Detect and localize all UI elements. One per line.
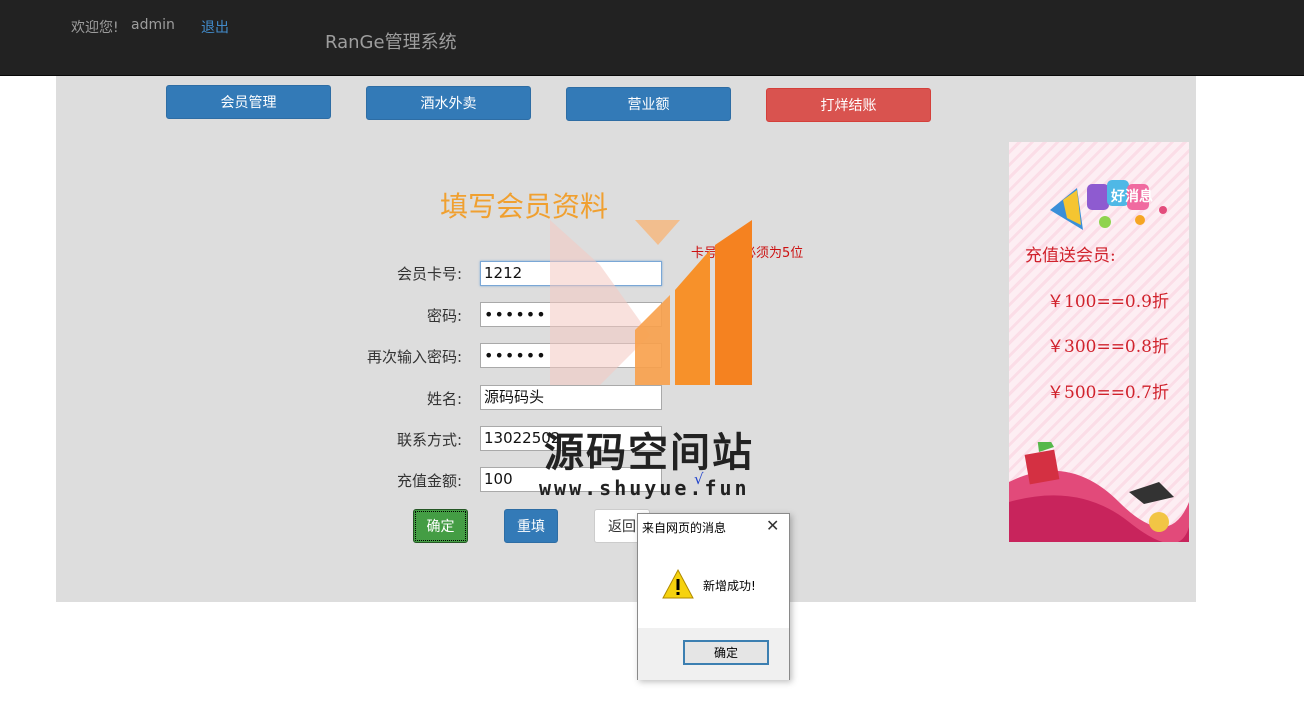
name-input[interactable]: 源码码头 [480,385,662,410]
tab-drink-takeout[interactable]: 酒水外卖 [366,86,531,120]
dialog-title: 来自网页的消息 [642,521,727,535]
tab-revenue[interactable]: 营业额 [566,87,731,121]
ad-heading: 充值送会员: [1025,246,1116,266]
card-number-label: 会员卡号: [396,265,462,283]
watermark-url: www.shuyue.fun [539,476,750,500]
close-icon[interactable]: ✕ [766,516,779,535]
top-navbar: 欢迎您! admin 退出 RanGe管理系统 [0,0,1304,76]
welcome-text: 欢迎您! [71,20,119,36]
dialog-footer: 确定 [638,628,789,680]
password-label: 密码: [426,307,462,325]
warning-icon [662,568,694,599]
name-label: 姓名: [426,390,462,408]
form-title: 填写会员资料 [440,190,609,223]
dialog-message: 新增成功! [703,579,756,593]
amount-label: 充值金额: [396,472,462,490]
card-number-input[interactable]: 1212 [480,261,662,286]
reset-button[interactable]: 重填 [504,509,558,543]
confirm-password-input[interactable]: •••••• [480,343,662,368]
alert-dialog: 来自网页的消息 ✕ 新增成功! 确定 [637,513,790,680]
banner-text: 好消息 [1110,188,1153,205]
username-label: admin [131,17,175,33]
ad-offer-1: ￥100==0.9折 [1047,292,1169,312]
password-input[interactable]: •••••• [480,302,662,327]
watermark-name: 源码空间站 [544,430,754,476]
ad-offer-2: ￥300==0.8折 [1047,337,1169,357]
promo-ad-panel: 好消息 充值送会员: ￥100==0.9折 ￥300==0.8折 ￥500==0… [1009,142,1189,542]
logout-link[interactable]: 退出 [201,17,229,37]
tab-close-checkout[interactable]: 打烊结账 [766,88,931,122]
confirm-password-label: 再次输入密码: [366,348,462,366]
decorative-wave-icon [1009,442,1189,542]
tab-member-management[interactable]: 会员管理 [166,85,331,119]
phone-label: 联系方式: [396,431,462,449]
card-length-hint: 卡号长度必须为5位 [691,246,804,261]
confirm-button[interactable]: 确定 [413,509,468,543]
dialog-ok-button[interactable]: 确定 [683,640,769,665]
megaphone-banner-icon: 好消息 [1050,180,1167,230]
ad-offer-3: ￥500==0.7折 [1047,383,1169,403]
app-brand: RanGe管理系统 [325,32,457,53]
